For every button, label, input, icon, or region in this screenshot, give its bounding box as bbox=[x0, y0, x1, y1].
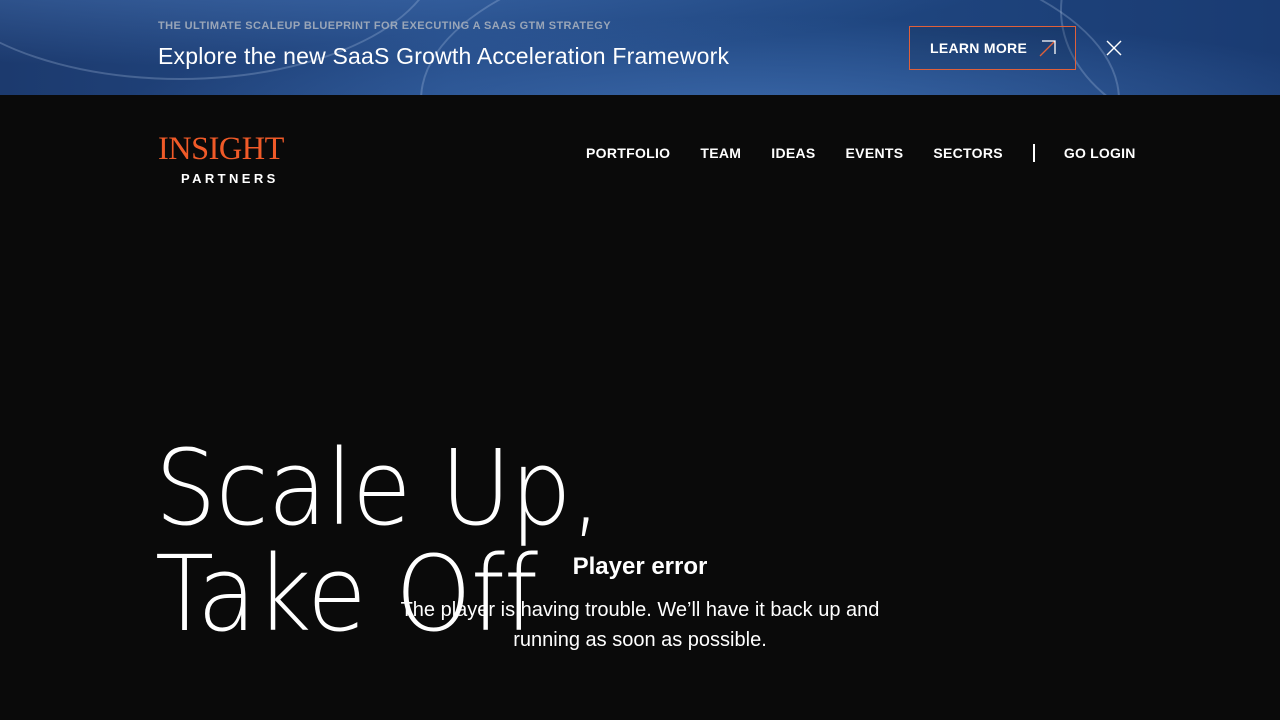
go-login-link[interactable]: GO LOGIN bbox=[1064, 145, 1136, 161]
arrow-up-right-icon bbox=[1039, 40, 1056, 57]
player-error-message: The player is having trouble. We’ll have… bbox=[400, 599, 880, 651]
banner-title: Explore the new SaaS Growth Acceleration… bbox=[158, 43, 730, 69]
nav-item-portfolio[interactable]: PORTFOLIO bbox=[586, 145, 670, 161]
insight-partners-logo[interactable]: INSIGHT PARTNERS bbox=[158, 133, 306, 189]
learn-more-label: LEARN MORE bbox=[930, 40, 1028, 56]
hero-headline-line-1: Scale Up, bbox=[155, 427, 601, 549]
learn-more-button[interactable]: LEARN MORE bbox=[909, 26, 1076, 70]
nav-divider bbox=[1032, 144, 1035, 162]
player-error-title: Player error bbox=[572, 553, 708, 580]
nav-item-team[interactable]: TEAM bbox=[700, 145, 741, 161]
nav-item-events[interactable]: EVENTS bbox=[846, 145, 904, 161]
promo-banner: THE ULTIMATE SCALEUP BLUEPRINT FOR EXECU… bbox=[0, 0, 1280, 95]
close-icon[interactable] bbox=[1104, 38, 1124, 58]
nav-item-sectors[interactable]: SECTORS bbox=[933, 145, 1003, 161]
video-player-error: Player error The player is having troubl… bbox=[390, 552, 890, 655]
logo-wordmark: INSIGHT bbox=[158, 131, 284, 167]
banner-eyebrow: THE ULTIMATE SCALEUP BLUEPRINT FOR EXECU… bbox=[158, 20, 611, 32]
logo-subtext: PARTNERS bbox=[181, 171, 279, 186]
main-nav: PORTFOLIO TEAM IDEAS EVENTS SECTORS GO L… bbox=[586, 144, 1136, 162]
banner-decor-arc bbox=[1060, 0, 1280, 95]
nav-item-ideas[interactable]: IDEAS bbox=[771, 145, 815, 161]
